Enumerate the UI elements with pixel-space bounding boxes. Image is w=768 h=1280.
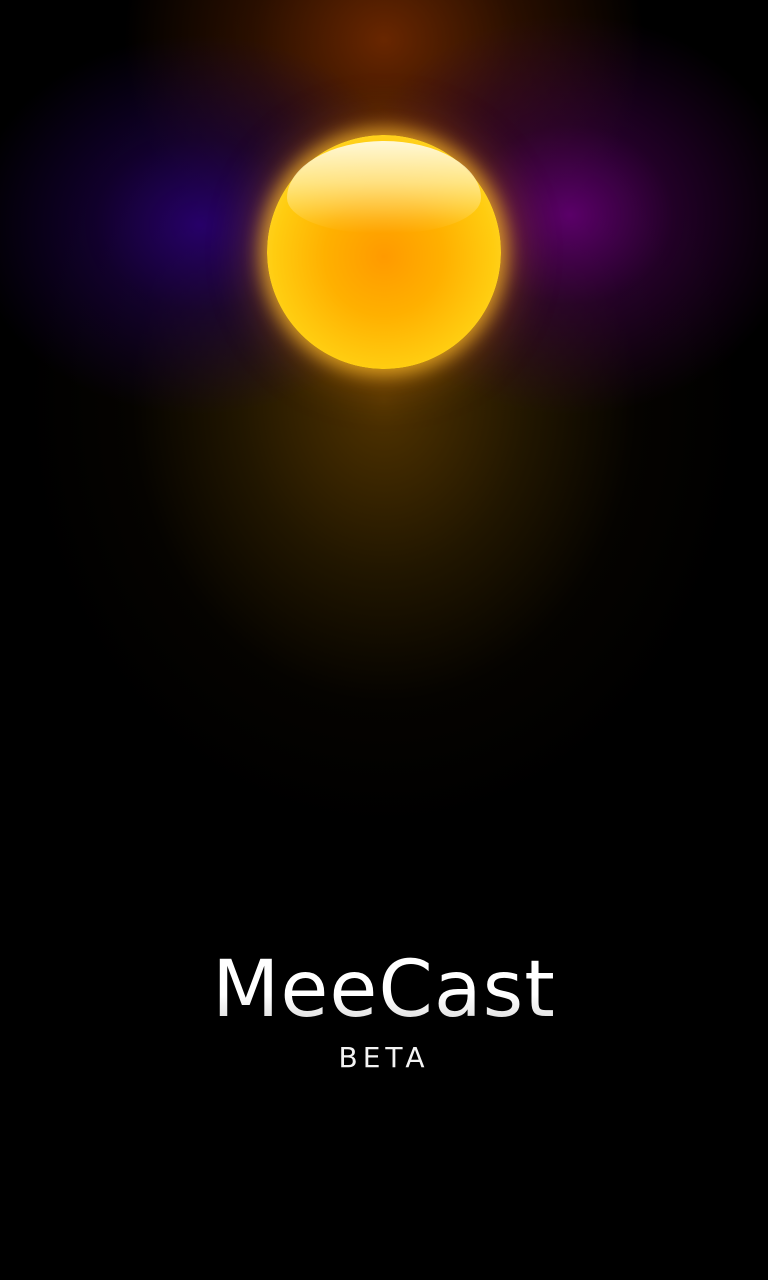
beta-label: BETA bbox=[338, 1041, 430, 1074]
app-title: MeeCast bbox=[0, 944, 768, 1036]
sun-icon bbox=[267, 135, 501, 369]
splash-screen: MeeCast BETA bbox=[0, 0, 768, 1280]
